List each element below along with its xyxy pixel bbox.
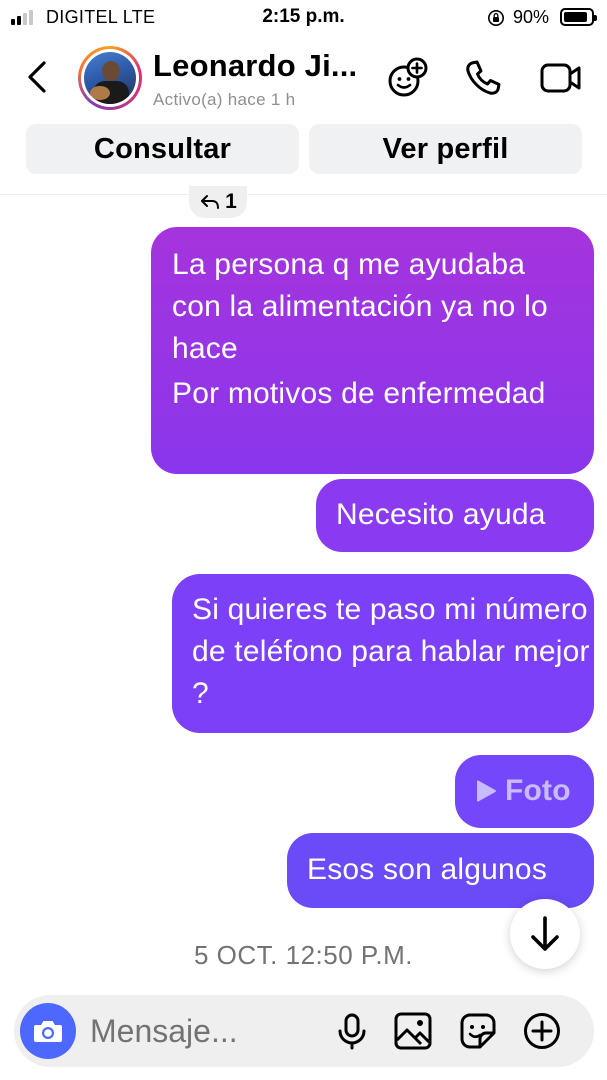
date-separator: 5 OCT. 12:50 P.M. bbox=[193, 940, 413, 970]
consult-button[interactable]: Consultar bbox=[26, 124, 299, 174]
sticker-icon[interactable] bbox=[458, 1011, 498, 1051]
phone-call-icon[interactable] bbox=[461, 56, 505, 100]
message-text: La persona q me ayudaba con la alimentac… bbox=[172, 248, 548, 365]
chat-header: Leonardo Ji... Activo(a) hace 1 h bbox=[0, 36, 607, 122]
message-bubble[interactable]: Necesito ayuda bbox=[316, 479, 594, 552]
battery-icon bbox=[560, 8, 597, 26]
effects-icon[interactable] bbox=[385, 56, 429, 100]
message-bubble[interactable]: La persona q me ayudaba con la alimentac… bbox=[151, 227, 594, 474]
message-bubble[interactable]: Esos son algunos bbox=[287, 833, 594, 908]
photo-message-bubble[interactable]: Foto bbox=[455, 755, 594, 828]
profile-photo bbox=[84, 52, 136, 104]
message-text: Por motivos de enfermedad bbox=[172, 377, 546, 410]
profile-actions: Consultar Ver perfil bbox=[26, 124, 582, 174]
message-bubble[interactable]: Si quieres te paso mi número de teléfono… bbox=[172, 574, 594, 733]
message-text: Foto bbox=[505, 774, 571, 807]
view-profile-button[interactable]: Ver perfil bbox=[309, 124, 582, 174]
camera-button[interactable] bbox=[20, 1003, 76, 1059]
avatar[interactable] bbox=[78, 46, 142, 110]
reply-icon bbox=[201, 195, 220, 209]
back-icon[interactable] bbox=[22, 56, 54, 98]
gallery-icon[interactable] bbox=[393, 1011, 433, 1051]
message-text: Necesito ayuda bbox=[336, 498, 546, 531]
message-composer bbox=[14, 995, 594, 1067]
message-text: Si quieres te paso mi número de teléfono… bbox=[192, 593, 590, 710]
contact-status: Activo(a) hace 1 h bbox=[153, 90, 296, 109]
microphone-icon[interactable] bbox=[332, 1011, 372, 1051]
status-bar: DIGITEL LTE 2:15 p.m. 90% bbox=[0, 0, 607, 36]
video-call-icon[interactable] bbox=[539, 56, 583, 100]
play-icon bbox=[477, 780, 496, 802]
battery-percentage: 90% bbox=[513, 7, 550, 27]
plus-icon[interactable] bbox=[522, 1011, 562, 1051]
camera-icon bbox=[34, 1021, 62, 1042]
rotation-lock-icon bbox=[488, 10, 504, 26]
reply-count: 1 bbox=[225, 190, 237, 213]
message-input[interactable] bbox=[90, 1009, 320, 1053]
message-text: Esos son algunos bbox=[307, 853, 548, 886]
header-divider bbox=[0, 194, 607, 195]
reply-count-badge[interactable]: 1 bbox=[189, 186, 247, 218]
contact-name[interactable]: Leonardo Ji... bbox=[153, 48, 357, 84]
